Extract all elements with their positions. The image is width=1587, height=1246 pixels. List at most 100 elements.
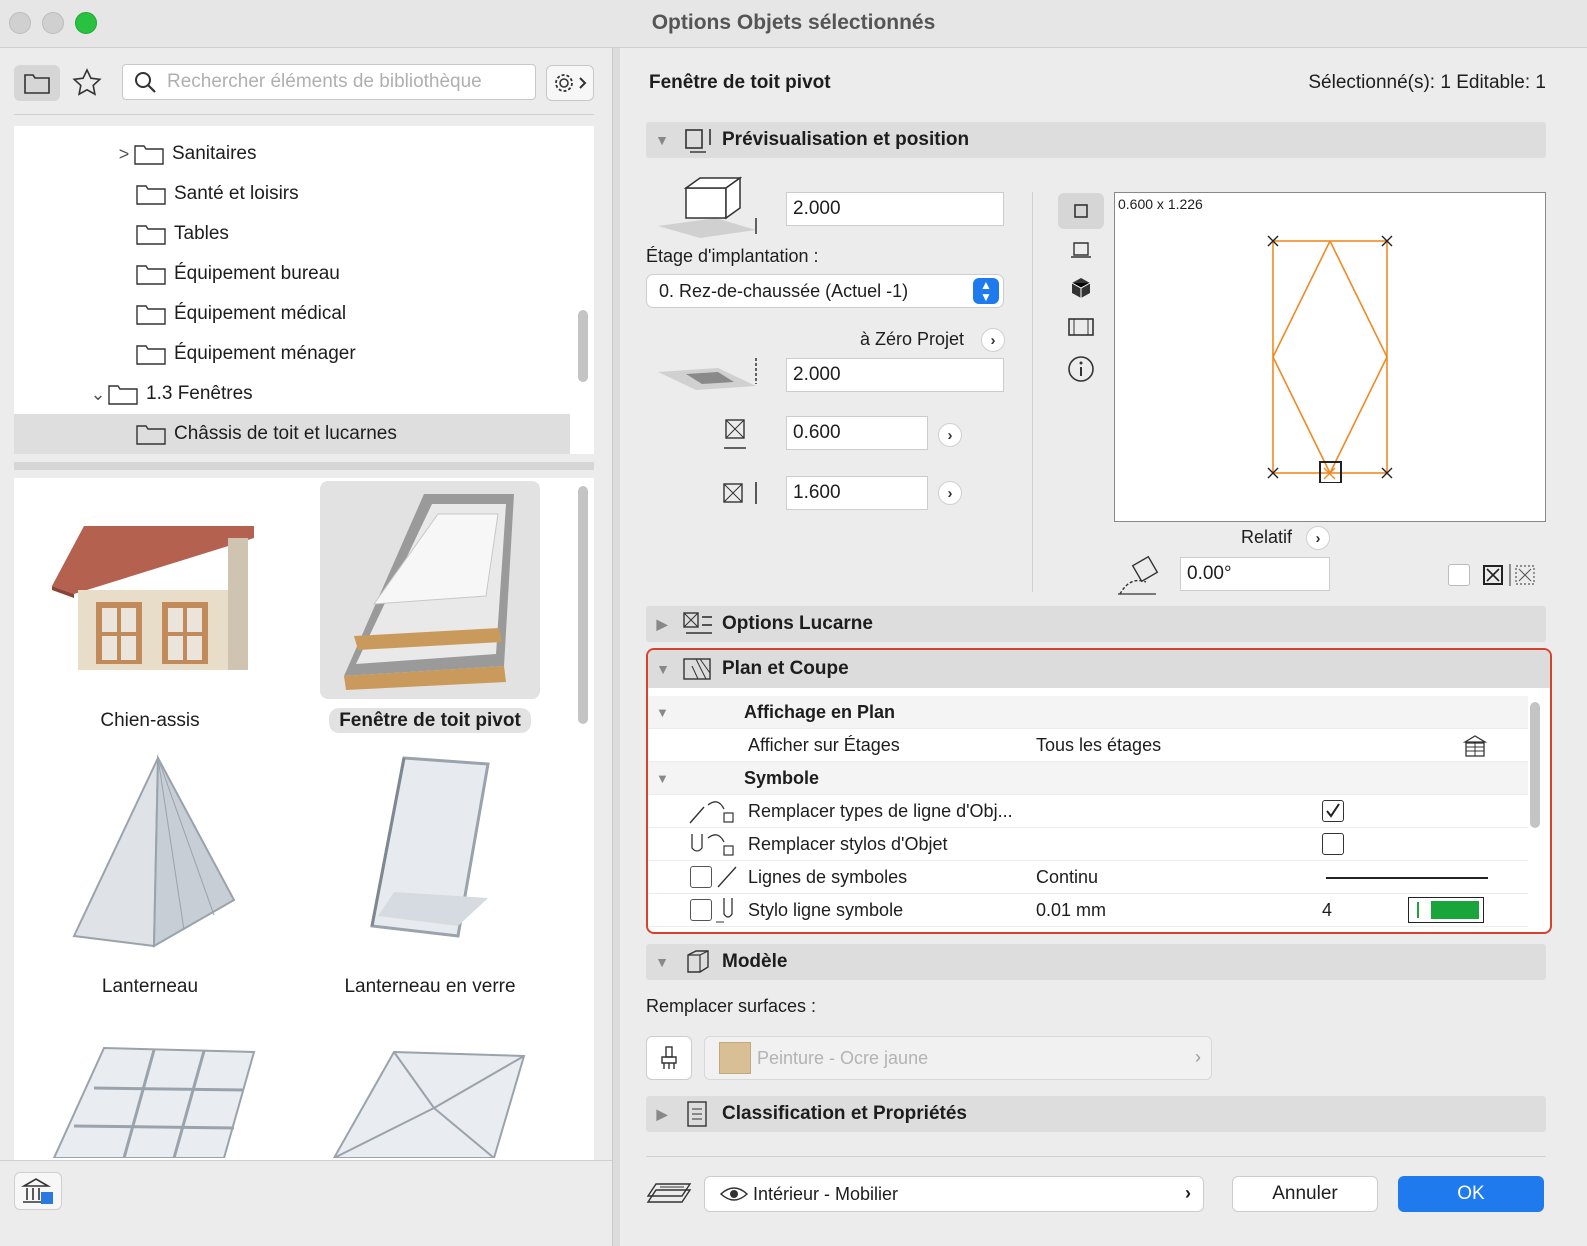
chevron-right-icon[interactable]: > <box>114 144 134 165</box>
param-label: Remplacer stylos d'Objet <box>748 834 948 854</box>
tree-item-label: Santé et loisirs <box>174 183 299 204</box>
story-select[interactable]: 0. Rez-de-chaussée (Actuel -1) ▲ ▼ <box>646 274 1004 308</box>
lines-checkbox[interactable] <box>690 866 712 888</box>
pyramid-skylight-thumbnail[interactable] <box>324 1038 544 1158</box>
gear-menu-icon <box>555 74 587 92</box>
row-lignes-symboles[interactable]: Lignes de symboles Continu <box>648 861 1528 894</box>
pen-number: 4 <box>1322 900 1333 920</box>
pen-color-swatch[interactable] <box>1408 897 1484 923</box>
gallery-label: Chien-assis <box>100 710 200 731</box>
param-value[interactable]: 0.01 mm <box>1036 900 1106 921</box>
elevation-field[interactable]: 2.000 <box>786 192 1004 226</box>
group-affichage-plan[interactable]: ▼ Affichage en Plan <box>648 696 1528 729</box>
ok-button[interactable]: OK <box>1398 1176 1544 1212</box>
layers-icon <box>646 1183 692 1203</box>
roof-window-thumbnail[interactable] <box>334 486 534 696</box>
folder-icon <box>134 145 164 165</box>
library-search-input[interactable]: Rechercher éléments de bibliothèque <box>122 64 536 100</box>
row-stylo-ligne-symbole[interactable]: Stylo ligne symbole 0.01 mm 4 <box>648 894 1528 927</box>
view-3d-button[interactable] <box>1058 270 1104 306</box>
section-modele[interactable]: ▼ Modèle <box>646 944 1546 980</box>
library-settings-button[interactable] <box>546 65 594 101</box>
disclosure-right-icon: ▶ <box>656 615 668 632</box>
disclosure-down-icon: ▼ <box>655 954 669 970</box>
section-preview-position[interactable]: ▼ Prévisualisation et position <box>646 122 1546 158</box>
pen-icon <box>716 898 733 923</box>
line-icon <box>717 866 737 888</box>
disclosure-down-icon: ▼ <box>655 132 669 148</box>
gallery-item-fenetre-pivot[interactable]: Fenêtre de toit pivot <box>290 708 570 733</box>
height-arrow-button[interactable]: › <box>938 481 962 505</box>
view-side-button[interactable] <box>1058 232 1104 268</box>
tree-scrollbar[interactable] <box>578 310 588 382</box>
tree-item-sanitaires[interactable]: > Sanitaires <box>14 134 570 174</box>
view-section-button[interactable] <box>1058 309 1104 345</box>
gallery-item-lanterneau-verre[interactable]: Lanterneau en verre <box>290 976 570 998</box>
tree-item-equipement-bureau[interactable]: Équipement bureau <box>14 254 570 294</box>
gallery-item-chien-assis[interactable]: Chien-assis <box>14 710 290 732</box>
pane-divider[interactable] <box>612 48 620 1246</box>
library-manager-button[interactable] <box>14 1172 62 1210</box>
width-arrow-button[interactable]: › <box>938 423 962 447</box>
param-value[interactable]: Continu <box>1036 867 1098 888</box>
chevron-right-icon: › <box>1185 1183 1191 1203</box>
tree-item-equipement-menager[interactable]: Équipement ménager <box>14 334 570 374</box>
rotation-angle-icon <box>1118 556 1159 595</box>
mirror-checkbox[interactable] <box>1448 564 1470 586</box>
view-plan-button[interactable] <box>1058 193 1104 229</box>
tree-item-tables[interactable]: Tables <box>14 214 570 254</box>
skylight-thumbnail[interactable] <box>64 750 244 950</box>
plan-coupe-scrollbar[interactable] <box>1530 702 1540 828</box>
gallery-label: Lanterneau en verre <box>344 976 516 997</box>
pen-checkbox[interactable] <box>690 899 712 921</box>
paint-brush-button[interactable] <box>646 1036 692 1080</box>
layer-select[interactable]: Intérieur - Mobilier › <box>704 1176 1204 1212</box>
tree-item-sante-loisirs[interactable]: Santé et loisirs <box>14 174 570 214</box>
group-label: Symbole <box>744 768 820 788</box>
section-options-lucarne[interactable]: ▶ Options Lucarne <box>646 606 1546 642</box>
chevron-down-icon[interactable]: ⌄ <box>88 384 108 405</box>
height-field[interactable]: 1.600 <box>786 476 928 510</box>
gallery-item-lanterneau[interactable]: Lanterneau <box>14 976 290 998</box>
surface-select[interactable]: Peinture - Ocre jaune › <box>704 1036 1212 1080</box>
gallery-scrollbar[interactable] <box>578 486 588 724</box>
zero-elevation-field[interactable]: 2.000 <box>786 358 1004 392</box>
tree-item-fenetres[interactable]: ⌄ 1.3 Fenêtres <box>14 374 570 414</box>
override-pen-icon <box>691 834 734 856</box>
dormer-thumbnail[interactable] <box>44 498 264 678</box>
pane-splitter[interactable] <box>14 462 594 470</box>
param-value[interactable]: Tous les étages <box>1036 735 1161 756</box>
section-title: Options Lucarne <box>722 613 873 634</box>
zero-project-label: à Zéro Projet <box>860 329 965 349</box>
info-button[interactable] <box>1058 351 1104 387</box>
favorites-button[interactable] <box>64 65 110 101</box>
cancel-button[interactable]: Annuler <box>1232 1176 1378 1212</box>
width-field[interactable]: 0.600 <box>786 416 928 450</box>
zero-elevation-icon <box>658 358 757 390</box>
folder-icon <box>136 265 166 285</box>
override-linetype-checkbox[interactable] <box>1322 800 1344 822</box>
row-remplacer-stylos[interactable]: Remplacer stylos d'Objet <box>648 828 1528 861</box>
eye-icon <box>719 1187 749 1201</box>
group-symbole[interactable]: ▼ Symbole <box>648 762 1528 795</box>
row-remplacer-types-ligne[interactable]: Remplacer types de ligne d'Obj... <box>648 795 1528 828</box>
cube-icon <box>1071 278 1091 298</box>
plan-coupe-header[interactable]: ▼ Plan et Coupe <box>648 650 1550 688</box>
rotation-field[interactable]: 0.00° <box>1180 557 1330 591</box>
tree-item-chassis-toit[interactable]: Châssis de toit et lucarnes <box>14 414 570 454</box>
folder-view-button[interactable] <box>14 65 60 101</box>
surface-label: Remplacer surfaces : <box>646 996 817 1016</box>
glass-skylight-thumbnail[interactable] <box>364 748 504 948</box>
section-classification[interactable]: ▶ Classification et Propriétés <box>646 1096 1546 1132</box>
stories-icon <box>1462 735 1488 757</box>
surface-swatch <box>719 1042 751 1074</box>
relative-arrow-button[interactable]: › <box>1306 526 1330 550</box>
pen-weight-mark <box>1417 902 1419 918</box>
tree-item-equipement-medical[interactable]: Équipement médical <box>14 294 570 334</box>
tree-item-label: Équipement médical <box>174 303 347 324</box>
zero-project-arrow-button[interactable]: › <box>981 328 1005 352</box>
flat-skylight-thumbnail[interactable] <box>44 1038 274 1158</box>
row-afficher-etages[interactable]: Afficher sur Étages Tous les étages <box>648 729 1528 762</box>
preview-separator <box>1032 192 1033 592</box>
override-pen-checkbox[interactable] <box>1322 833 1344 855</box>
